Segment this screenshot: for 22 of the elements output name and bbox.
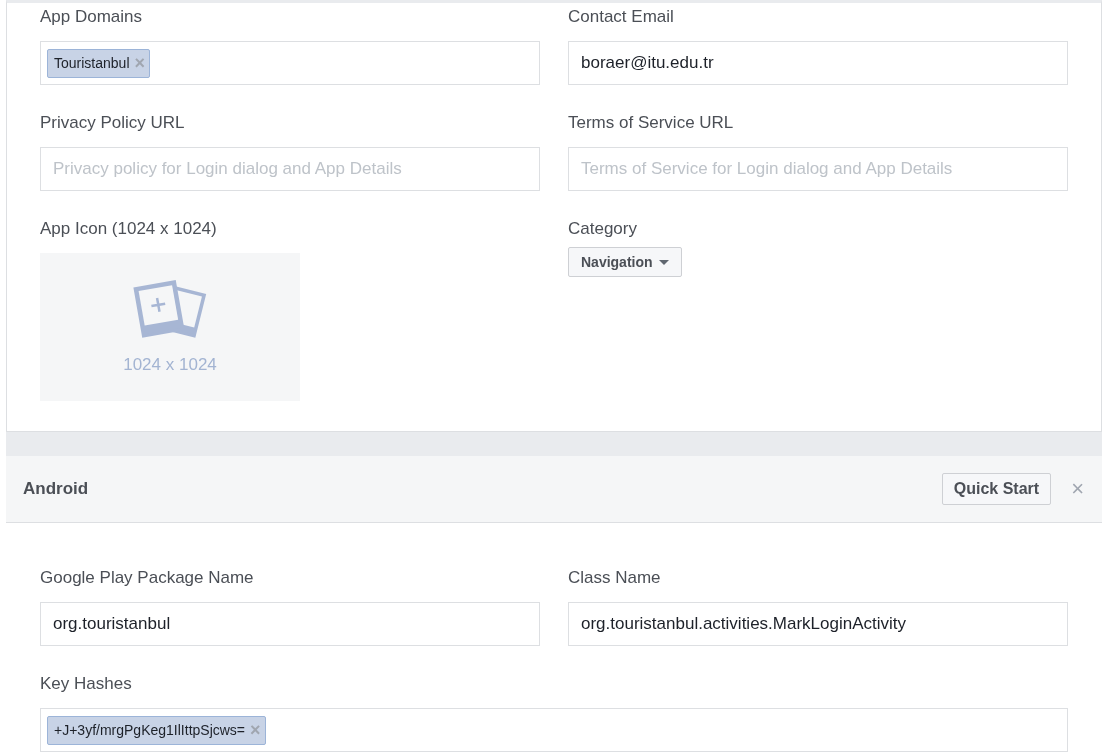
category-dropdown[interactable]: Navigation — [568, 247, 682, 277]
field-label: Terms of Service URL — [568, 113, 735, 133]
field-label: Contact Email — [568, 7, 675, 27]
text-field[interactable]: boraer@itu.edu.tr — [568, 41, 1068, 85]
section-title: Android — [23, 479, 90, 499]
tag-input-field[interactable]: +J+3yf/mrgPgKeg1IlIttpSjcws= × — [40, 708, 1068, 752]
field-label: Privacy Policy URL — [40, 113, 186, 133]
image-size-text: 1024 x 1024 — [123, 355, 217, 375]
field-label: Class Name — [568, 568, 662, 588]
tag-text: Touristanbul — [54, 55, 130, 71]
text-field[interactable]: org.touristanbul.activities.MarkLoginActivity — [568, 602, 1068, 646]
text-field[interactable]: Privacy policy for Login dialog and App Details — [40, 147, 540, 191]
tag-text: +J+3yf/mrgPgKeg1IlIttpSjcws= — [54, 722, 246, 738]
text-field[interactable]: org.touristanbul — [40, 602, 540, 646]
field-label: App Icon (1024 x 1024) — [40, 219, 218, 239]
field-label: Key Hashes — [40, 674, 133, 694]
field-label: Category — [568, 219, 638, 239]
field-label: App Domains — [40, 7, 144, 27]
tag-input-field[interactable]: Touristanbul × — [40, 41, 540, 85]
field-label: Google Play Package Name — [40, 568, 255, 588]
text-field[interactable]: Terms of Service for Login dialog and App Details — [568, 147, 1068, 191]
quick-start-button[interactable]: Quick Start — [941, 473, 1052, 505]
